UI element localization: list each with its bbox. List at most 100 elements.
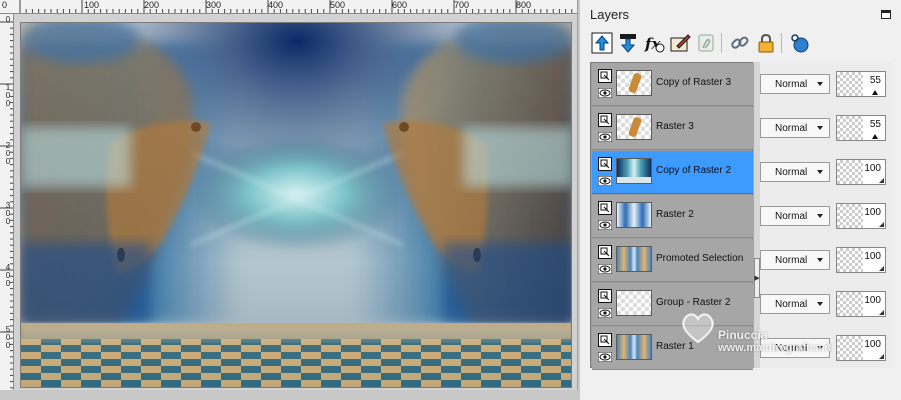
layer-name: Copy of Raster 3 <box>656 77 732 88</box>
toolbar-separator <box>781 33 782 53</box>
layer-name: Group - Raster 2 <box>656 297 731 308</box>
layer-type-icon[interactable] <box>598 245 612 259</box>
layer-type-icon[interactable] <box>598 113 612 127</box>
link-layer-button[interactable] <box>728 31 752 55</box>
lock-layer-button[interactable] <box>754 31 778 55</box>
panel-title: Layers <box>590 7 630 22</box>
maximize-button[interactable] <box>881 10 891 19</box>
opacity-swatch <box>837 204 863 228</box>
vertical-ruler: 0 1 0 0 2 0 0 3 0 0 4 0 0 5 0 0 <box>0 14 14 400</box>
layer-row[interactable]: Copy of Raster 3 <box>592 63 753 106</box>
ruler-label: 4 0 0 <box>5 263 11 288</box>
layer-thumbnail <box>616 158 652 184</box>
move-layer-down-button[interactable] <box>616 31 640 55</box>
layer-row[interactable]: Group - Raster 2 <box>592 283 753 326</box>
image-canvas[interactable] <box>20 22 572 388</box>
opacity-slider[interactable]: 100 <box>836 335 886 361</box>
layer-name: Raster 2 <box>656 209 694 220</box>
layer-type-icon[interactable] <box>598 289 612 303</box>
opacity-slider[interactable]: 100 <box>836 203 886 229</box>
eye-icon[interactable] <box>598 88 612 98</box>
ruler-label: 1 0 0 <box>5 83 11 108</box>
layer-list: Copy of Raster 3 Raster 3 Copy of Raster 2… <box>590 62 891 370</box>
move-layer-down-icon <box>620 34 636 53</box>
list-splitter[interactable]: ▶ <box>753 62 760 368</box>
eye-icon[interactable] <box>598 352 612 362</box>
opacity-value: 55 <box>869 75 881 86</box>
opacity-marker[interactable] <box>872 134 878 139</box>
layer-effects-icon: fx <box>644 35 665 53</box>
blend-mode-dropdown[interactable]: Normal <box>760 74 830 94</box>
blend-mode-value: Normal <box>775 211 808 222</box>
layer-thumbnail <box>616 246 652 272</box>
blend-mode-dropdown[interactable]: Normal <box>760 162 830 182</box>
opacity-marker[interactable] <box>872 90 878 95</box>
layer-name: Copy of Raster 2 <box>656 165 732 176</box>
horizontal-ruler: 0 100 200 300 400 500 600 700 800 <box>0 0 578 14</box>
blend-mode-dropdown[interactable]: Normal <box>760 250 830 270</box>
opacity-corner-marker <box>879 222 884 227</box>
opacity-value: 100 <box>864 295 881 306</box>
opacity-swatch <box>837 336 863 360</box>
opacity-slider[interactable]: 100 <box>836 247 886 273</box>
blend-mode-dropdown[interactable]: Normal <box>760 206 830 226</box>
link-layer-icon <box>731 36 749 49</box>
layer-row[interactable]: Raster 1 <box>592 327 753 370</box>
ruler-ticks <box>19 0 578 13</box>
layer-name: Promoted Selection <box>656 253 744 264</box>
opacity-slider[interactable]: 55 <box>836 115 886 141</box>
opacity-value: 100 <box>864 207 881 218</box>
blend-mode-dropdown[interactable]: Normal <box>760 118 830 138</box>
opacity-slider[interactable]: 55 <box>836 71 886 97</box>
layer-row[interactable]: Raster 3 <box>592 107 753 150</box>
ruler-label: 0 <box>5 15 11 24</box>
layers-toolbar: fx <box>588 28 898 58</box>
layer-name: Raster 1 <box>656 341 694 352</box>
view-layer-button[interactable] <box>788 31 812 55</box>
mask-button[interactable] <box>694 31 718 55</box>
layer-row[interactable]: Copy of Raster 2 <box>592 151 753 194</box>
layer-properties-row: Normal 100 <box>760 150 891 193</box>
opacity-swatch <box>837 72 863 96</box>
chevron-down-icon <box>817 82 823 86</box>
chevron-down-icon <box>817 214 823 218</box>
layer-properties-row: Normal 100 <box>760 238 891 281</box>
eye-icon[interactable] <box>598 132 612 142</box>
blend-mode-dropdown[interactable]: Normal <box>760 294 830 314</box>
blend-mode-dropdown[interactable]: Normal <box>760 338 830 358</box>
layer-type-icon[interactable] <box>598 201 612 215</box>
canvas-area: 0 100 200 300 400 500 600 700 800 0 1 0 … <box>0 0 578 400</box>
app-window: 0 100 200 300 400 500 600 700 800 0 1 0 … <box>0 0 901 400</box>
layer-name: Raster 3 <box>656 121 694 132</box>
layer-effects-button[interactable]: fx <box>642 31 666 55</box>
chevron-down-icon <box>817 170 823 174</box>
edit-layer-button[interactable] <box>668 31 692 55</box>
layer-thumbnail <box>616 202 652 228</box>
chevron-down-icon <box>817 126 823 130</box>
lock-layer-icon <box>758 33 774 53</box>
opacity-slider[interactable]: 100 <box>836 291 886 317</box>
layer-type-icon[interactable] <box>598 69 612 83</box>
layer-properties-column: Normal 55 Normal 55 Normal 100 Normal 100 Normal… <box>760 62 891 368</box>
layer-row[interactable]: Promoted Selection <box>592 239 753 282</box>
chevron-right-icon: ▶ <box>754 275 760 282</box>
chevron-down-icon <box>817 302 823 306</box>
eye-icon[interactable] <box>598 264 612 274</box>
layer-row[interactable]: Raster 2 <box>592 195 753 238</box>
opacity-value: 100 <box>864 251 881 262</box>
ruler-label: 2 0 0 <box>5 141 11 166</box>
eye-icon[interactable] <box>598 220 612 230</box>
eye-icon[interactable] <box>598 308 612 318</box>
layer-type-icon[interactable] <box>598 333 612 347</box>
opacity-slider[interactable]: 100 <box>836 159 886 185</box>
opacity-value: 100 <box>864 339 881 350</box>
opacity-value: 55 <box>869 119 881 130</box>
eye-icon[interactable] <box>598 176 612 186</box>
blend-mode-value: Normal <box>775 255 808 266</box>
opacity-swatch <box>837 248 863 272</box>
layer-thumbnail <box>616 70 652 96</box>
move-layer-up-button[interactable] <box>590 31 614 55</box>
panel-header: Layers <box>580 0 901 28</box>
blend-mode-value: Normal <box>775 79 808 90</box>
layer-type-icon[interactable] <box>598 157 612 171</box>
